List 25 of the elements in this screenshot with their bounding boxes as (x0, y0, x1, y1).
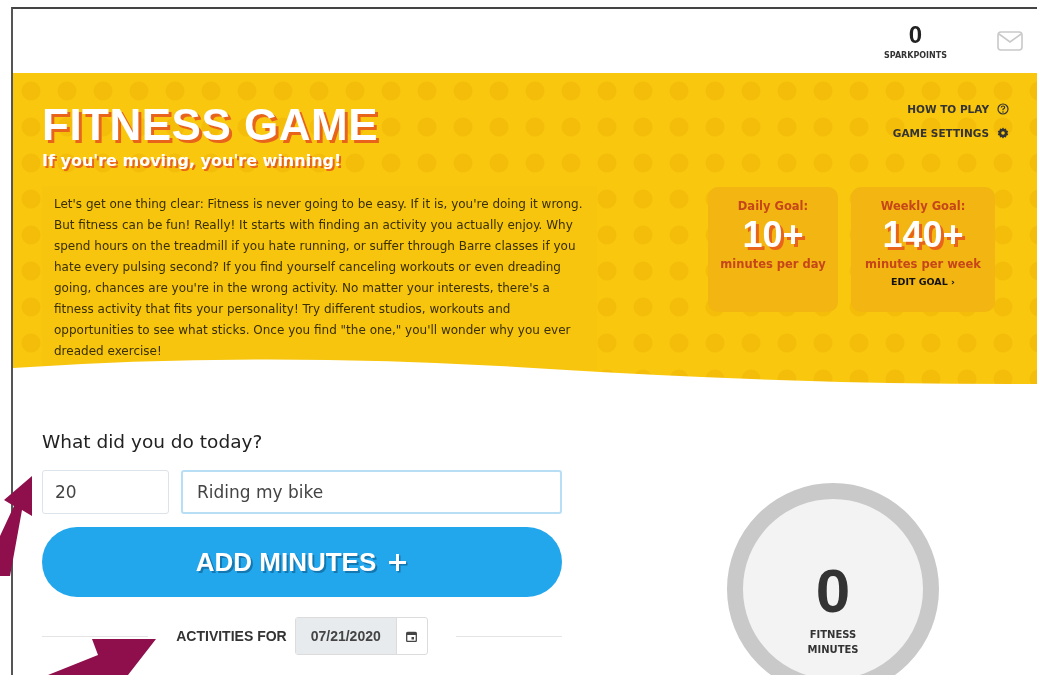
goal-unit: minutes per week (865, 257, 981, 271)
goal-unit: minutes per day (720, 257, 826, 271)
edit-goal-link[interactable]: EDIT GOAL › (891, 276, 955, 287)
game-title: FITNESS GAME (42, 103, 380, 147)
calendar-icon[interactable] (406, 630, 418, 642)
minutes-input[interactable]: 20 (42, 470, 169, 514)
goal-value: 140+ (882, 215, 964, 255)
sparkpoints-label: SPARKPOINTS (884, 51, 947, 60)
date-value: 07/21/2020 (295, 618, 396, 654)
date-field[interactable]: 07/21/2020 (294, 617, 428, 655)
banner-link[interactable]: GAME SETTINGS (892, 127, 989, 139)
goal-label: Weekly Goal: (880, 199, 966, 213)
log-heading: What did you do today? (42, 431, 264, 452)
sparkpoints-count: 0 (908, 22, 923, 48)
fitness-minutes-label: FITNESS MINUTES (806, 628, 860, 657)
plus-icon (386, 551, 409, 573)
banner-link[interactable]: HOW TO PLAY (907, 103, 989, 115)
goal-value: 10+ (742, 215, 804, 255)
game-subtitle: If you're moving, you're winning! (42, 151, 343, 170)
fitness-minutes-count: 0 (815, 559, 851, 623)
help-icon[interactable] (997, 103, 1009, 115)
activities-for-label: ACTIVITIES FOR (176, 628, 287, 644)
goal-label: Daily Goal: (737, 199, 809, 213)
settings-icon[interactable] (997, 127, 1009, 139)
activity-input[interactable]: Riding my bike (181, 470, 562, 514)
